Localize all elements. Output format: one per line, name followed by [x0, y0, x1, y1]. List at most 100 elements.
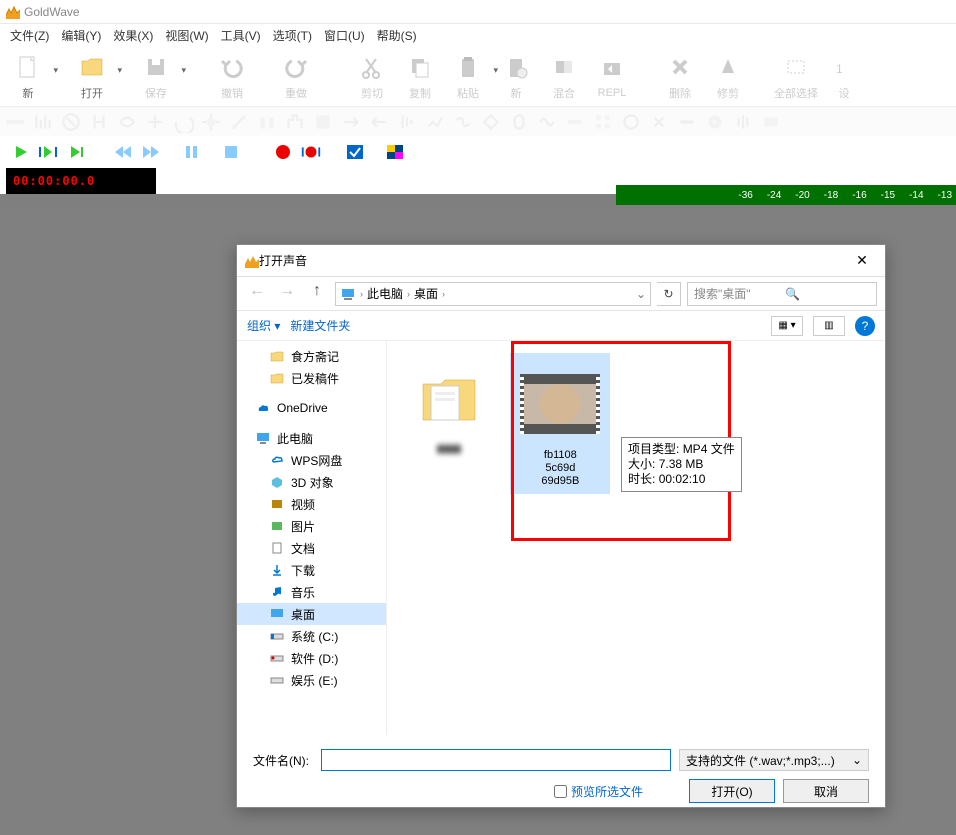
- fx-icon[interactable]: [256, 111, 278, 133]
- tree-item-d[interactable]: 软件 (D:): [237, 647, 386, 669]
- fx-icon[interactable]: [648, 111, 670, 133]
- cancel-button[interactable]: 取消: [783, 779, 869, 803]
- fx-icon[interactable]: [704, 111, 726, 133]
- newfolder-button[interactable]: 新建文件夹: [290, 317, 350, 334]
- file-item-folder[interactable]: ▮▮▮▮: [399, 353, 499, 456]
- record-range-icon[interactable]: [300, 141, 322, 163]
- breadcrumb-desktop[interactable]: 桌面: [414, 285, 438, 302]
- fx-icon[interactable]: [172, 111, 194, 133]
- preview-pane-button[interactable]: ▥: [813, 316, 845, 336]
- play-range-icon[interactable]: [38, 141, 60, 163]
- fx-icon[interactable]: [452, 111, 474, 133]
- tree-item-pictures[interactable]: 图片: [237, 515, 386, 537]
- paste-button[interactable]: 粘贴: [444, 51, 492, 101]
- tree-item-video[interactable]: 视频: [237, 493, 386, 515]
- tree-item-desktop[interactable]: 桌面: [237, 603, 386, 625]
- breadcrumb-pc[interactable]: 此电脑: [367, 285, 403, 302]
- fx-icon[interactable]: [536, 111, 558, 133]
- forward-button[interactable]: →: [275, 282, 299, 306]
- up-button[interactable]: ↑: [305, 282, 329, 306]
- open-button[interactable]: 打开: [68, 51, 116, 101]
- fx-icon[interactable]: [228, 111, 250, 133]
- delete-button[interactable]: 删除: [656, 51, 704, 101]
- fx-icon[interactable]: [592, 111, 614, 133]
- menu-effect[interactable]: 效果(X): [107, 25, 159, 46]
- fx-icon[interactable]: [564, 111, 586, 133]
- fx-icon[interactable]: [396, 111, 418, 133]
- fx-icon[interactable]: [676, 111, 698, 133]
- fx-icon[interactable]: [60, 111, 82, 133]
- fx-icon[interactable]: [760, 111, 782, 133]
- menu-help[interactable]: 帮助(S): [371, 25, 423, 46]
- menu-window[interactable]: 窗口(U): [318, 25, 371, 46]
- fx-icon[interactable]: [620, 111, 642, 133]
- open-button[interactable]: 打开(O): [689, 779, 775, 803]
- cut-button[interactable]: 剪切: [348, 51, 396, 101]
- set-button[interactable]: 1 设: [820, 51, 868, 101]
- redo-button[interactable]: 重做: [272, 51, 320, 101]
- fx-icon[interactable]: [732, 111, 754, 133]
- stop-icon[interactable]: [220, 141, 242, 163]
- menu-file[interactable]: 文件(Z): [4, 25, 55, 46]
- tree-item-documents[interactable]: 文档: [237, 537, 386, 559]
- copy-button[interactable]: 复制: [396, 51, 444, 101]
- repl-button[interactable]: REPL: [588, 53, 636, 99]
- mix-button[interactable]: 混合: [540, 51, 588, 101]
- file-item-video[interactable]: fb1108 5c69d 69d95B: [510, 353, 610, 494]
- file-list[interactable]: ▮▮▮▮ fb1108 5c69d 69d95B 项目类型: MP4 文件 大小…: [387, 341, 885, 735]
- tree-item[interactable]: 已发稿件: [237, 367, 386, 389]
- forward-icon[interactable]: [140, 141, 162, 163]
- fx-icon[interactable]: [340, 111, 362, 133]
- pause-icon[interactable]: [180, 141, 202, 163]
- dialog-title-bar[interactable]: 打开声音 ✕: [237, 245, 885, 277]
- fx-icon[interactable]: [116, 111, 138, 133]
- organize-button[interactable]: 组织 ▾: [247, 317, 280, 334]
- record-icon[interactable]: [272, 141, 294, 163]
- menu-tool[interactable]: 工具(V): [215, 25, 267, 46]
- menu-option[interactable]: 选项(T): [267, 25, 318, 46]
- tree-item-3d[interactable]: 3D 对象: [237, 471, 386, 493]
- options-icon[interactable]: [344, 141, 366, 163]
- fx-icon[interactable]: [480, 111, 502, 133]
- fx-icon[interactable]: [368, 111, 390, 133]
- fx-icon[interactable]: [284, 111, 306, 133]
- refresh-icon[interactable]: ↻: [657, 282, 681, 306]
- fx-icon[interactable]: [144, 111, 166, 133]
- selall-button[interactable]: 全部选择: [772, 51, 820, 101]
- play-icon[interactable]: [10, 141, 32, 163]
- fx-icon[interactable]: [424, 111, 446, 133]
- fx-icon[interactable]: [200, 111, 222, 133]
- fx-icon[interactable]: [508, 111, 530, 133]
- fx-icon[interactable]: [32, 111, 54, 133]
- close-icon[interactable]: ✕: [847, 252, 877, 269]
- filename-input[interactable]: [321, 749, 671, 771]
- filter-dropdown[interactable]: 支持的文件 (*.wav;*.mp3;...)⌄: [679, 749, 869, 771]
- search-input[interactable]: 搜索"桌面" 🔍: [687, 282, 877, 306]
- tree-item[interactable]: 食方斋记: [237, 345, 386, 367]
- menu-edit[interactable]: 编辑(Y): [55, 25, 107, 46]
- back-button[interactable]: ←: [245, 282, 269, 306]
- view-button[interactable]: ▦ ▾: [771, 316, 803, 336]
- chevron-down-icon[interactable]: ⌄: [636, 287, 646, 301]
- tree-item-wps[interactable]: WPS网盘: [237, 449, 386, 471]
- tree-item-e[interactable]: 娱乐 (E:): [237, 669, 386, 691]
- preview-checkbox[interactable]: 预览所选文件: [554, 783, 643, 800]
- trim-button[interactable]: 修剪: [704, 51, 752, 101]
- menu-view[interactable]: 视图(W): [159, 25, 214, 46]
- window-icon[interactable]: [384, 141, 406, 163]
- rewind-icon[interactable]: [112, 141, 134, 163]
- new2-button[interactable]: 新: [492, 51, 540, 101]
- undo-button[interactable]: 撤销: [208, 51, 256, 101]
- tree-item-onedrive[interactable]: OneDrive: [237, 397, 386, 419]
- tree-item-c[interactable]: 系统 (C:): [237, 625, 386, 647]
- breadcrumb[interactable]: › 此电脑 › 桌面 › ⌄: [335, 282, 651, 306]
- tree-item-downloads[interactable]: 下载: [237, 559, 386, 581]
- tree-item-thispc[interactable]: 此电脑: [237, 427, 386, 449]
- help-icon[interactable]: ?: [855, 316, 875, 336]
- fx-icon[interactable]: [312, 111, 334, 133]
- fx-icon[interactable]: [88, 111, 110, 133]
- fx-icon[interactable]: [4, 111, 26, 133]
- tree-item-music[interactable]: 音乐: [237, 581, 386, 603]
- new-button[interactable]: 新: [4, 51, 52, 101]
- play-end-icon[interactable]: [66, 141, 88, 163]
